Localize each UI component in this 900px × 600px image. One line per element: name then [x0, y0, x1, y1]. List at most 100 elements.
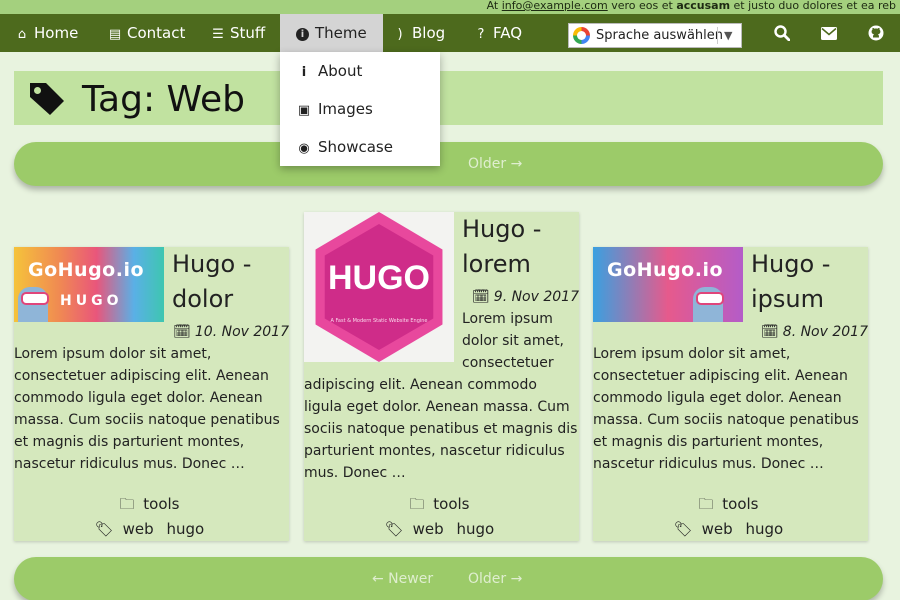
post-excerpt: Lorem ipsum dolor sit amet, consectetuer…: [593, 346, 859, 472]
pager-bottom: ← Newer Older →: [14, 557, 883, 600]
tag-link[interactable]: web: [413, 520, 444, 538]
gopher-mascot: [693, 287, 724, 322]
home-icon: ⌂: [17, 27, 27, 42]
post-tags: 🏷 web hugo: [593, 518, 868, 540]
language-select[interactable]: Sprache auswählen ▼: [568, 23, 742, 48]
calendar-icon: 🗓: [472, 289, 490, 305]
nav-blog-label: Blog: [412, 24, 446, 42]
tag-icon: [30, 83, 64, 115]
post-title-line: dolor: [172, 285, 234, 313]
older-link-top[interactable]: Older →: [468, 142, 522, 186]
post-excerpt: Lorem ipsum dolor sit amet, consectetuer…: [14, 346, 280, 472]
dropdown-item-label: Showcase: [318, 138, 393, 156]
eye-icon: ◉: [298, 141, 310, 156]
nav-contact[interactable]: ▤ Contact: [107, 14, 186, 52]
theme-dropdown-menu: i About ▣ Images ◉ Showcase: [280, 52, 440, 166]
tag-link[interactable]: web: [123, 520, 154, 538]
post-thumbnail[interactable]: GoHugo.io HUGO: [14, 247, 164, 322]
post-title-line: Hugo -: [172, 250, 252, 278]
topbar-email-link[interactable]: info@example.com: [502, 0, 608, 12]
search-button[interactable]: [768, 14, 796, 52]
nav-home[interactable]: ⌂ Home: [14, 14, 78, 52]
nav-theme-label: Theme: [315, 24, 367, 42]
tag-header: Tag: Web: [14, 71, 883, 125]
post-category: 🗀 tools: [593, 493, 868, 515]
thumbnail-text: GoHugo.io: [28, 259, 145, 281]
caret-down-icon: ▼: [724, 29, 733, 42]
post-date-text: 9. Nov 2017: [493, 289, 579, 305]
top-info-bar: At info@example.com vero eos et accusam …: [0, 0, 900, 14]
category-link[interactable]: tools: [433, 495, 469, 513]
post-date-text: 8. Nov 2017: [782, 324, 868, 340]
google-icon: [573, 27, 590, 44]
calendar-icon: 🗓: [761, 324, 779, 340]
github-button[interactable]: [862, 14, 890, 52]
post-date: 🗓 8. Nov 2017: [593, 321, 868, 343]
nav-contact-label: Contact: [127, 24, 186, 42]
post-title-line: ipsum: [751, 285, 824, 313]
address-card-icon: ▤: [108, 27, 122, 42]
rss-icon: ): [397, 27, 403, 42]
nav-stuff[interactable]: ☰ Stuff: [210, 14, 265, 52]
thumbnail-text: HUGO: [328, 259, 430, 297]
post-title-line: Hugo -: [751, 250, 831, 278]
post-category: 🗀 tools: [304, 493, 579, 515]
post-title-line: lorem: [462, 250, 531, 278]
info-icon: i: [301, 65, 307, 80]
older-link-bottom[interactable]: Older →: [468, 557, 522, 600]
post-category: 🗀 tools: [14, 493, 289, 515]
nav-blog[interactable]: ) Blog: [392, 14, 445, 52]
tag-link[interactable]: hugo: [745, 520, 783, 538]
folder-icon: 🗀: [119, 495, 135, 513]
dropdown-item-about[interactable]: i About: [280, 52, 440, 90]
pager-top: Older →: [14, 142, 883, 186]
thumbnail-text: A Fast & Modern Static Website Engine: [330, 318, 428, 324]
thumbnail-text: GoHugo.io: [607, 259, 724, 281]
question-circle-icon: ?: [477, 27, 485, 42]
post-tags: 🏷 web hugo: [304, 518, 579, 540]
tag-link[interactable]: hugo: [456, 520, 494, 538]
newer-link[interactable]: ← Newer: [372, 557, 433, 600]
calendar-icon: 🗓: [173, 324, 191, 340]
dropdown-item-images[interactable]: ▣ Images: [280, 90, 440, 128]
github-icon: [868, 25, 884, 41]
topbar-bold: accusam: [676, 0, 731, 12]
search-icon: [774, 25, 791, 42]
post-title-line: Hugo -: [462, 215, 542, 243]
main-navbar: ⌂ Home ▤ Contact ☰ Stuff i Theme ) Blog ? FAQ …: [0, 14, 900, 52]
nav-faq[interactable]: ? FAQ: [473, 14, 523, 52]
nav-faq-label: FAQ: [493, 24, 523, 42]
email-button[interactable]: [815, 14, 843, 52]
category-link[interactable]: tools: [722, 495, 758, 513]
category-link[interactable]: tools: [143, 495, 179, 513]
post-thumbnail[interactable]: HUGO A Fast & Modern Static Website Engi…: [304, 212, 454, 362]
thumbnail-text: HUGO: [60, 293, 123, 309]
topbar-mid: vero eos et: [607, 0, 677, 12]
envelope-icon: [821, 27, 837, 40]
images-icon: ▣: [297, 103, 311, 118]
folder-icon: 🗀: [409, 495, 425, 513]
folder-icon: 🗀: [698, 495, 714, 513]
tag-link[interactable]: web: [702, 520, 733, 538]
post-card: GoHugo.io HUGO Hugo - dolor 🗓 10. Nov 2017…: [14, 247, 289, 541]
post-thumbnail[interactable]: GoHugo.io: [593, 247, 743, 322]
dropdown-item-label: Images: [318, 100, 373, 118]
post-date: 🗓 10. Nov 2017: [14, 321, 289, 343]
info-circle-icon: i: [296, 28, 309, 41]
post-card: HUGO A Fast & Modern Static Website Engi…: [304, 212, 579, 541]
nav-stuff-label: Stuff: [230, 24, 266, 42]
language-select-divider: [717, 27, 718, 44]
tag-link[interactable]: hugo: [166, 520, 204, 538]
topbar-prefix: At: [486, 0, 502, 12]
tags-icon: 🏷: [384, 520, 404, 538]
nav-theme[interactable]: i Theme: [280, 14, 383, 52]
dropdown-item-showcase[interactable]: ◉ Showcase: [280, 128, 440, 166]
dropdown-item-label: About: [318, 62, 363, 80]
tags-icon: 🏷: [94, 520, 114, 538]
gopher-mascot: [18, 287, 49, 322]
tags-icon: 🏷: [673, 520, 693, 538]
language-select-label: Sprache auswählen: [596, 28, 723, 43]
list-icon: ☰: [212, 27, 224, 42]
nav-home-label: Home: [34, 24, 79, 42]
post-tags: 🏷 web hugo: [14, 518, 289, 540]
